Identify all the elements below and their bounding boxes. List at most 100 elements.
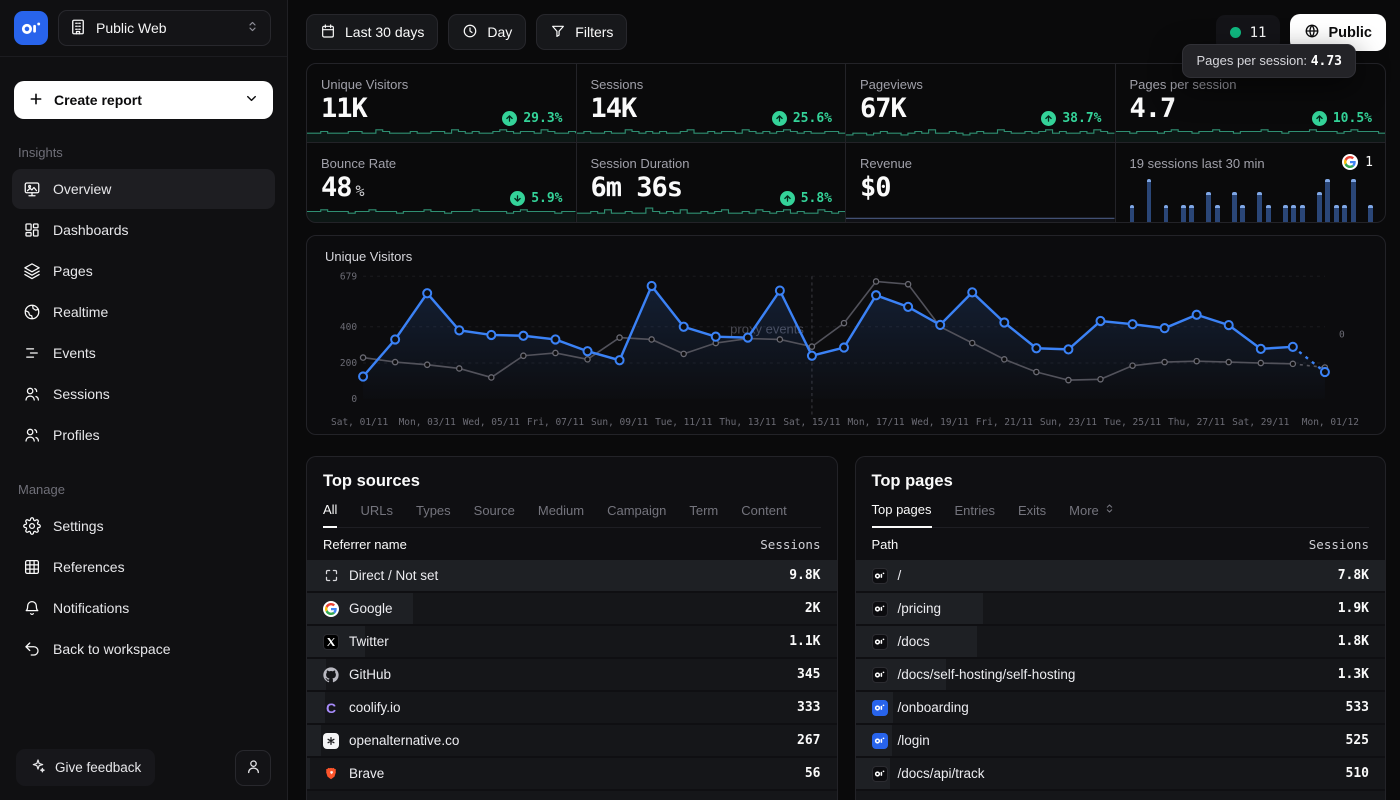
sidebar-item-references[interactable]: References (12, 547, 275, 587)
tab-urls[interactable]: URLs (360, 502, 393, 527)
table-row[interactable]: Twitter1.1K (307, 626, 837, 657)
row-value: 1.1K (789, 634, 820, 649)
tab-all[interactable]: All (323, 502, 337, 528)
live-dot-icon (1230, 27, 1241, 38)
table-row[interactable]: Google2K (307, 593, 837, 624)
svg-text:Mon, 17/11: Mon, 17/11 (847, 417, 904, 428)
notifications-icon (23, 599, 41, 617)
table-row[interactable]: GitHub345 (307, 659, 837, 690)
tab-types[interactable]: Types (416, 502, 451, 527)
table-row-partial (307, 791, 837, 800)
table-row[interactable]: /pricing1.9K (856, 593, 1386, 624)
live-bar (1181, 205, 1186, 222)
table-row[interactable]: Direct / Not set9.8K (307, 560, 837, 591)
table-row[interactable]: /docs/api/track510 (856, 758, 1386, 789)
tables-row: Top sourcesAllURLsTypesSourceMediumCampa… (306, 456, 1386, 800)
app-root: Public Web Create report InsightsOvervie… (0, 0, 1400, 800)
workspace-name: Public Web (96, 20, 236, 36)
table-row[interactable]: Ccoolify.io333 (307, 692, 837, 723)
live-bar (1232, 192, 1237, 222)
table-row[interactable]: openalternative.co267 (307, 725, 837, 756)
overview-icon (23, 180, 41, 198)
metric-value: 48% (321, 172, 365, 203)
sidebar-item-dashboards[interactable]: Dashboards (12, 210, 275, 250)
sidebar-item-label: Profiles (53, 427, 100, 443)
account-button[interactable] (235, 750, 271, 786)
metric-card-session-duration[interactable]: Session Duration6m 36s5.8% (577, 143, 847, 222)
sidebar-item-sessions[interactable]: Sessions (12, 374, 275, 414)
live-bar (1342, 205, 1347, 222)
visitors-line-chart[interactable]: 0200400679proxy events0Sat, 01/11Mon, 03… (325, 266, 1367, 434)
metric-label: Pages per session (1130, 77, 1237, 92)
filters-button[interactable]: Filters (536, 14, 627, 50)
give-feedback-button[interactable]: Give feedback (16, 749, 155, 786)
tab-source[interactable]: Source (474, 502, 515, 527)
visitors-chart-card: Unique Visitors 0200400679proxy events0S… (306, 235, 1386, 435)
tab-content[interactable]: Content (741, 502, 787, 527)
svg-text:Wed, 19/11: Wed, 19/11 (912, 417, 969, 428)
sidebar-item-pages[interactable]: Pages (12, 251, 275, 291)
references-icon (23, 558, 41, 576)
tab-entries[interactable]: Entries (955, 502, 995, 527)
sidebar-item-profiles[interactable]: Profiles (12, 415, 275, 455)
main-content: Last 30 days Day Filters 11 Public (288, 0, 1400, 800)
globe-icon (1304, 23, 1320, 43)
sidebar-item-events[interactable]: Events (12, 333, 275, 373)
row-value: 267 (797, 733, 820, 748)
public-label: Public (1328, 25, 1372, 41)
sidebar-item-label: Sessions (53, 386, 110, 402)
live-bar (1266, 205, 1271, 222)
metric-card-sessions[interactable]: Sessions14K25.6% (577, 64, 847, 143)
row-label: coolify.io (349, 700, 401, 715)
create-report-button[interactable]: Create report (14, 81, 273, 119)
table-card-header: Top pagesTop pagesEntriesExitsMore (856, 457, 1386, 528)
metric-sparkline (846, 124, 1115, 142)
sidebar-item-notifications[interactable]: Notifications (12, 588, 275, 628)
table-body: /7.8K/pricing1.9K/docs1.8K/docs/self-hos… (856, 560, 1386, 800)
table-row[interactable]: Brave56 (307, 758, 837, 789)
column-header: Referrer name (323, 537, 407, 552)
table-row[interactable]: /docs/self-hosting/self-hosting1.3K (856, 659, 1386, 690)
coolify-icon: C (323, 700, 339, 716)
tab-exits[interactable]: Exits (1018, 502, 1046, 527)
live-bar (1300, 205, 1305, 222)
table-row[interactable]: /docs1.8K (856, 626, 1386, 657)
sidebar-item-label: Events (53, 345, 96, 361)
openpanel-logo[interactable] (14, 11, 48, 45)
live-bar (1317, 192, 1322, 222)
table-card-top-sources: Top sourcesAllURLsTypesSourceMediumCampa… (306, 456, 838, 800)
interval-button[interactable]: Day (448, 14, 526, 50)
openpanel-favicon (872, 766, 888, 782)
metric-sparkline (577, 124, 846, 142)
row-value: 1.8K (1338, 634, 1369, 649)
metric-card-bounce-rate[interactable]: Bounce Rate48%5.9% (307, 143, 577, 222)
row-value: 9.8K (789, 568, 820, 583)
building-icon (69, 18, 87, 39)
live-bar (1164, 205, 1169, 222)
sidebar-item-settings[interactable]: Settings (12, 506, 275, 546)
date-range-button[interactable]: Last 30 days (306, 14, 438, 50)
live-bar (1334, 205, 1339, 222)
svg-text:Tue, 11/11: Tue, 11/11 (655, 417, 712, 428)
table-row[interactable]: /7.8K (856, 560, 1386, 591)
tab-campaign[interactable]: Campaign (607, 502, 666, 527)
metric-card-unique-visitors[interactable]: Unique Visitors11K29.3% (307, 64, 577, 143)
column-header-sessions[interactable]: Sessions (1309, 537, 1369, 552)
workspace-selector[interactable]: Public Web (58, 10, 271, 46)
tab-term[interactable]: Term (689, 502, 718, 527)
metric-card-pageviews[interactable]: Pageviews67K38.7% (846, 64, 1116, 143)
tab-medium[interactable]: Medium (538, 502, 584, 527)
table-row[interactable]: /login525 (856, 725, 1386, 756)
sidebar-item-back-to-workspace[interactable]: Back to workspace (12, 629, 275, 669)
sidebar-item-realtime[interactable]: Realtime (12, 292, 275, 332)
tab-top-pages[interactable]: Top pages (872, 502, 932, 528)
sidebar-item-overview[interactable]: Overview (12, 169, 275, 209)
sidebar-item-label: Dashboards (53, 222, 129, 238)
column-header-sessions[interactable]: Sessions (760, 537, 820, 552)
metric-card-19-sessions-last-30-min[interactable]: 19 sessions last 30 min1 (1116, 143, 1386, 222)
tab-more[interactable]: More (1069, 502, 1116, 527)
table-row[interactable]: /onboarding533 (856, 692, 1386, 723)
sidebar-item-label: Realtime (53, 304, 108, 320)
row-label: Google (349, 601, 393, 616)
metric-card-revenue[interactable]: Revenue$0 (846, 143, 1116, 222)
